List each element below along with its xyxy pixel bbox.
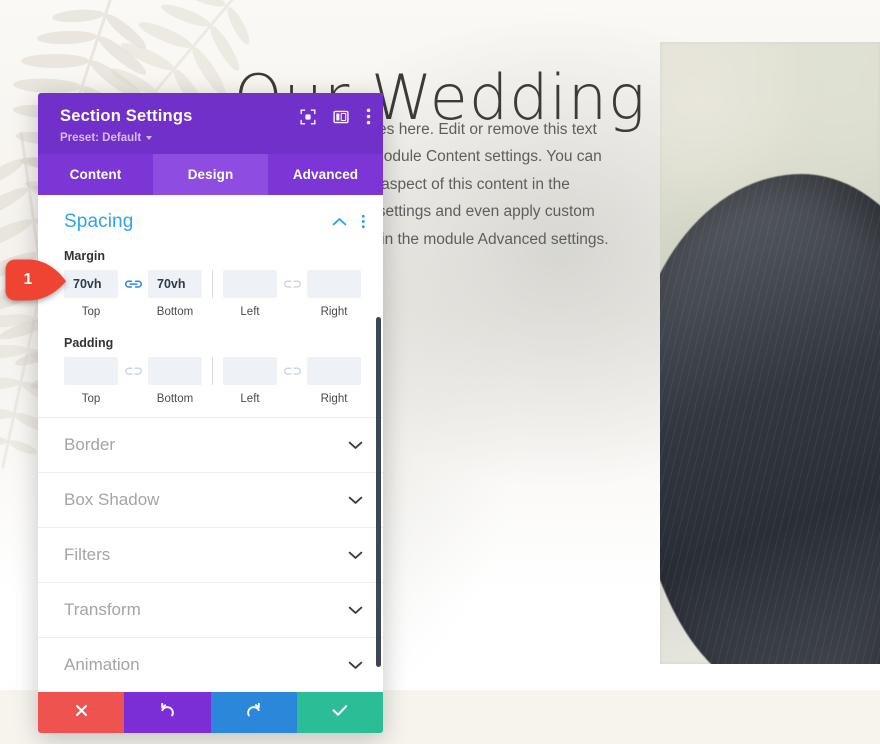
modal-tabs: Content Design Advanced: [38, 153, 383, 195]
toggle-animation-label: Animation: [64, 654, 140, 674]
annotation-callout-1: 1: [4, 258, 70, 302]
photo-hair-strands: [660, 174, 880, 664]
padding-right-field: Right: [307, 356, 361, 405]
padding-right-caption: Right: [320, 392, 348, 405]
toggle-filters-label: Filters: [64, 544, 111, 564]
padding-divider: [212, 356, 213, 385]
tab-advanced[interactable]: Advanced: [268, 153, 383, 195]
margin-top-caption: Top: [81, 305, 101, 318]
spacing-group-header: Spacing: [38, 195, 383, 239]
padding-left-input[interactable]: [223, 356, 277, 385]
toggle-border-label: Border: [64, 434, 116, 454]
padding-bottom-field: Bottom: [148, 356, 202, 405]
margin-top-bottom-link-icon[interactable]: [118, 270, 148, 298]
margin-top-field: Top: [64, 269, 118, 318]
chevron-down-icon: [348, 660, 363, 670]
section-settings-modal: Section Settings Preset: Default Content…: [38, 93, 383, 733]
preset-selector[interactable]: Preset: Default: [60, 132, 367, 144]
tab-content[interactable]: Content: [38, 153, 153, 195]
hero-photo: [660, 42, 880, 664]
padding-left-caption: Left: [240, 392, 260, 405]
toggle-filters[interactable]: Filters: [38, 528, 383, 583]
toggle-transform-label: Transform: [64, 599, 141, 619]
margin-top-bottom-pair: Top Bottom: [64, 269, 202, 318]
toggle-box-shadow-label: Box Shadow: [64, 489, 160, 509]
focus-icon[interactable]: [300, 109, 316, 125]
chevron-down-icon: [348, 440, 363, 450]
margin-left-right-unlink-icon[interactable]: [277, 270, 307, 298]
redo-button[interactable]: [210, 692, 297, 733]
toggle-box-shadow[interactable]: Box Shadow: [38, 473, 383, 528]
padding-left-right-unlink-icon[interactable]: [277, 357, 307, 385]
padding-left-right-pair: Left Right: [223, 356, 361, 405]
spacing-title: Spacing: [64, 210, 134, 232]
modal-scroll-area: Spacing Margin 70vh Top 70vh Bottom Left…: [38, 195, 383, 692]
preset-label: Preset: Default: [60, 131, 142, 144]
chevron-down-icon: [348, 605, 363, 615]
padding-label: Padding: [64, 335, 114, 350]
padding-fields: Top Bottom Left Right: [38, 356, 383, 405]
modal-body: Spacing Margin 70vh Top 70vh Bottom Left…: [38, 194, 383, 692]
toggle-transform[interactable]: Transform: [38, 583, 383, 638]
margin-right-caption: Right: [320, 305, 348, 318]
margin-top-input[interactable]: [64, 269, 118, 298]
modal-footer: [38, 692, 383, 733]
margin-divider: [212, 269, 213, 298]
margin-right-input[interactable]: [307, 269, 361, 298]
padding-bottom-caption: Bottom: [156, 392, 194, 405]
padding-right-input[interactable]: [307, 356, 361, 385]
chevron-up-icon[interactable]: [332, 217, 347, 227]
redo-icon: [246, 702, 262, 723]
toggle-animation[interactable]: Animation: [38, 638, 383, 692]
margin-bottom-input[interactable]: [148, 269, 202, 298]
padding-top-bottom-unlink-icon[interactable]: [118, 357, 148, 385]
scrollbar-thumb[interactable]: [376, 316, 381, 667]
margin-fields: Top Bottom: [38, 269, 383, 318]
margin-label: Margin: [64, 248, 105, 263]
chevron-down-icon: [348, 550, 363, 560]
chevron-down-icon: [146, 136, 153, 141]
padding-top-caption: Top: [81, 392, 101, 405]
undo-icon: [159, 702, 175, 723]
chevron-down-icon: [348, 495, 363, 505]
margin-left-right-pair: Left Right: [223, 269, 361, 318]
toggle-border[interactable]: Border: [38, 418, 383, 473]
margin-left-field: Left: [223, 269, 277, 318]
padding-bottom-input[interactable]: [148, 356, 202, 385]
margin-bottom-field: Bottom: [148, 269, 202, 318]
spacing-group: Spacing Margin 70vh Top 70vh Bottom Left…: [38, 195, 383, 418]
tab-design[interactable]: Design: [153, 153, 268, 195]
padding-top-input[interactable]: [64, 356, 118, 385]
save-button[interactable]: [296, 692, 383, 733]
modal-header: Section Settings Preset: Default: [38, 93, 383, 154]
margin-left-input[interactable]: [223, 269, 277, 298]
margin-left-caption: Left: [240, 305, 260, 318]
cancel-button[interactable]: [38, 692, 125, 733]
close-icon: [75, 704, 88, 722]
annotation-number: 1: [23, 271, 33, 288]
margin-bottom-caption: Bottom: [156, 305, 194, 318]
spacing-more-options-icon[interactable]: [361, 214, 366, 229]
padding-top-field: Top: [64, 356, 118, 405]
modal-header-icons: [300, 108, 371, 125]
padding-left-field: Left: [223, 356, 277, 405]
undo-button[interactable]: [124, 692, 211, 733]
checkmark-icon: [332, 704, 348, 722]
padding-top-bottom-pair: Top Bottom: [64, 356, 202, 405]
margin-right-field: Right: [307, 269, 361, 318]
more-options-icon[interactable]: [366, 108, 371, 125]
layout-icon[interactable]: [333, 109, 349, 125]
